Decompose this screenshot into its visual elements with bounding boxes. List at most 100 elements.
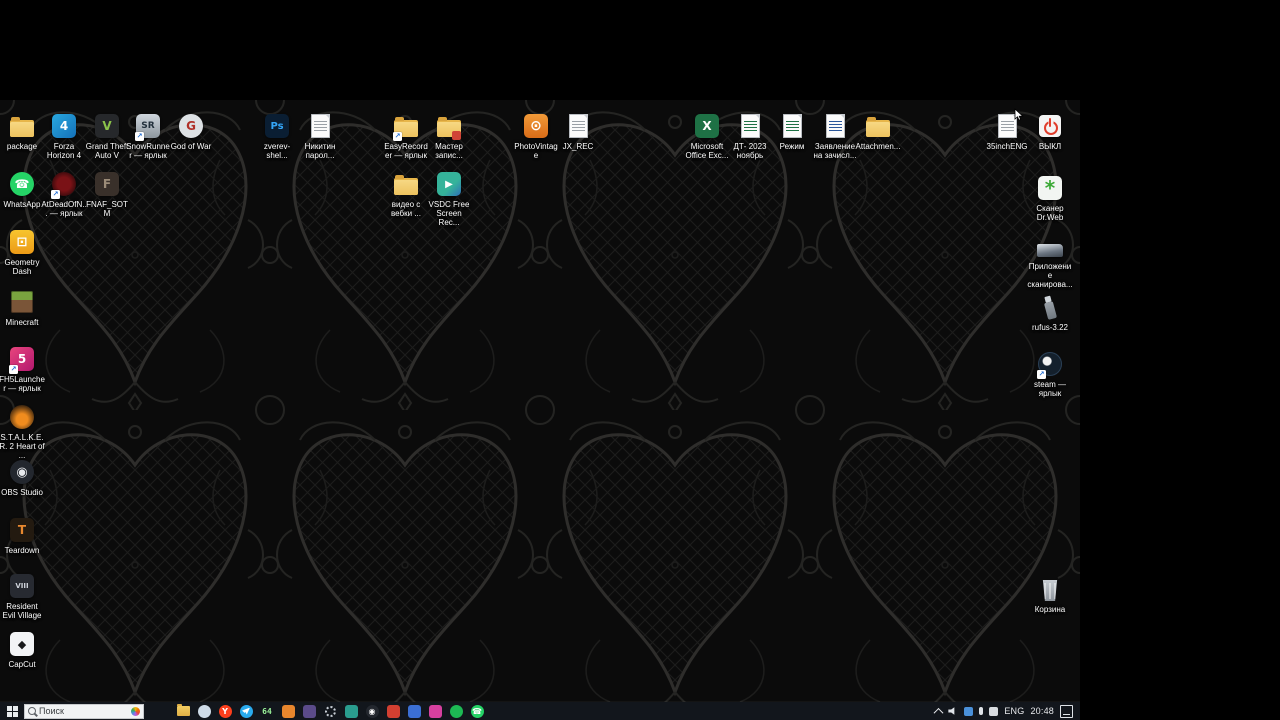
webcam-video-icon xyxy=(392,170,420,198)
desktop-icon-label: WhatsApp xyxy=(3,200,41,209)
desktop-icon-label: Minecraft xyxy=(5,318,39,327)
whatsapp-icon: ☎ xyxy=(470,704,484,718)
desktop-icon-label: zverev-shel... xyxy=(263,142,291,160)
app-orange-icon xyxy=(281,704,295,718)
desktop-icon-attachments[interactable]: Attachmen... xyxy=(855,112,901,151)
desktop-icon-scanner-app[interactable]: Приложение сканирова... xyxy=(1027,232,1073,289)
desktop-screen: package 4 Forza Horizon 4 V Grand Theft Auto… xyxy=(0,100,1080,720)
desktop-icon-recycle-bin[interactable]: Корзина xyxy=(1027,575,1073,614)
desktop-icon-ms-office-excel[interactable]: X Microsoft Office Exc... xyxy=(684,112,730,160)
desktop-icon-master-zapisi[interactable]: Мастер запис... xyxy=(426,112,472,160)
taskbar-app-yandex-browser[interactable]: Y xyxy=(218,704,232,718)
desktop-icon-capcut[interactable]: ◆ CapCut xyxy=(0,630,45,669)
taskbar-app-app-red[interactable] xyxy=(386,704,400,718)
desktop-icon-at-dead-of-night[interactable]: ↗ AtDeadOfN... — ярлык xyxy=(41,170,87,218)
desktop-icon-gta-v[interactable]: V Grand Theft Auto V xyxy=(84,112,130,160)
desktop-icon-label: Режим xyxy=(779,142,805,151)
desktop-icon-label: Корзина xyxy=(1034,605,1066,614)
desktop-icon-god-of-war[interactable]: G God of War xyxy=(168,112,214,151)
desktop-icon-obs-studio[interactable]: ◉ OBS Studio xyxy=(0,458,45,497)
desktop-icon-label: видео с вебки ... xyxy=(391,200,421,218)
mouse-cursor xyxy=(1014,108,1024,121)
desktop-icon-drweb-scanner[interactable]: * Сканер Dr.Web xyxy=(1027,174,1073,222)
desktop-icon-label: Сканер Dr.Web xyxy=(1036,204,1064,222)
desktop-icon-label: Geometry Dash xyxy=(4,258,40,276)
spotify-icon xyxy=(449,704,463,718)
desktop-icon-whatsapp[interactable]: ☎ WhatsApp xyxy=(0,170,45,209)
clock[interactable]: 20:48 xyxy=(1030,706,1054,716)
microphone-icon[interactable] xyxy=(979,707,984,715)
desktop-icon-webcam-video[interactable]: видео с вебки ... xyxy=(383,170,429,218)
taskbar-app-file-explorer[interactable] xyxy=(176,704,190,718)
search-box[interactable]: Поиск xyxy=(24,703,144,719)
tray-app-icon-1[interactable] xyxy=(964,706,974,716)
desktop-icon-vsdc-recorder[interactable]: ▶ VSDC Free Screen Rec... xyxy=(426,170,472,227)
taskbar-app-app-purple[interactable] xyxy=(302,704,316,718)
desktop-icon-zverev-psd[interactable]: Ps zverev-shel... xyxy=(254,112,300,160)
volume-icon[interactable] xyxy=(948,707,955,715)
taskbar-app-app-teal[interactable] xyxy=(344,704,358,718)
taskbar-app-telegram[interactable] xyxy=(239,704,253,718)
desktop-icon-nikitin-passwords[interactable]: Никитин парол... xyxy=(297,112,343,160)
desktop-icon-minecraft[interactable]: Minecraft xyxy=(0,288,45,327)
settings-icon xyxy=(324,705,336,717)
at-dead-of-night-icon: ↗ xyxy=(50,170,78,199)
desktop-icon-label: 35inchENG xyxy=(986,142,1028,151)
desktop-icon-label: S.T.A.L.K.E.R. 2 Heart of ... xyxy=(0,433,45,460)
browser-light-icon xyxy=(197,704,211,718)
minecraft-icon xyxy=(8,288,36,316)
desktop-icon-geometry-dash[interactable]: ⊡ Geometry Dash xyxy=(0,228,45,276)
desktop-icon-rezhim[interactable]: Режим xyxy=(769,112,815,151)
app-red-icon xyxy=(386,704,400,718)
taskbar-app-settings[interactable] xyxy=(323,704,337,718)
desktop-icon-photovintage[interactable]: ⊙ PhotoVintage xyxy=(513,112,559,160)
taskbar-apps: Y 64 ◉ ☎ xyxy=(176,704,484,718)
desktop-icon-snowrunner[interactable]: SR ↗ SnowRunner — ярлык xyxy=(125,112,171,160)
jx-rec-icon xyxy=(564,112,592,140)
desktop-icon-label: Attachmen... xyxy=(855,142,901,151)
action-center-icon[interactable] xyxy=(1060,704,1073,718)
taskbar-app-obs-studio[interactable]: ◉ xyxy=(365,704,379,718)
attachments-icon xyxy=(864,112,892,140)
power-off-icon xyxy=(1036,112,1064,140)
desktop-icon-package[interactable]: package xyxy=(0,112,45,151)
desktop-icon-fh5-launcher[interactable]: 5 ↗ FH5Launcher — ярлык xyxy=(0,345,45,393)
scanner-app-icon xyxy=(1036,232,1064,260)
taskbar-app-app-pink[interactable] xyxy=(428,704,442,718)
language-indicator[interactable]: ENG xyxy=(1004,706,1024,716)
desktop-icon-jx-rec[interactable]: JX_REC xyxy=(555,112,601,151)
desktop-icon-fnaf-sotm[interactable]: F FNAF_SOTM xyxy=(84,170,130,218)
zverev-psd-icon: Ps xyxy=(263,112,291,140)
desktop-icon-label: God of War xyxy=(170,142,212,151)
desktop-icon-stalker-2[interactable]: S.T.A.L.K.E.R. 2 Heart of ... xyxy=(0,403,45,460)
fnaf-sotm-icon: F xyxy=(93,170,121,198)
fps-counter-icon: 64 xyxy=(262,706,272,716)
taskbar-app-app-blue[interactable] xyxy=(407,704,421,718)
taskbar-app-whatsapp[interactable]: ☎ xyxy=(470,704,484,718)
desktop-icon-label: Resident Evil Village xyxy=(2,602,42,620)
desktop-icon-zayavlenie-na-zachislenie[interactable]: Заявление на зачисл... xyxy=(812,112,858,160)
desktop-icon-label: EasyRecorder — ярлык xyxy=(384,142,428,160)
desktop-icon-easyrecorder[interactable]: ↗ EasyRecorder — ярлык xyxy=(383,112,429,160)
desktop-icon-power-off[interactable]: ВЫКЛ xyxy=(1027,112,1073,151)
desktop-icon-label: Мастер запис... xyxy=(435,142,463,160)
telegram-icon xyxy=(239,704,253,718)
desktop-icon-teardown[interactable]: T Teardown xyxy=(0,516,45,555)
rufus-icon xyxy=(1036,293,1064,321)
taskbar-app-browser-light[interactable] xyxy=(197,704,211,718)
tray-chevron-up-icon[interactable] xyxy=(933,707,944,718)
desktop-icon-steam[interactable]: ↗ steam — ярлык xyxy=(1027,350,1073,398)
search-highlights-icon xyxy=(131,706,140,716)
desktop-icon-label: CapCut xyxy=(8,660,36,669)
desktop-icon-forza-horizon-4[interactable]: 4 Forza Horizon 4 xyxy=(41,112,87,160)
taskbar-app-fps-counter[interactable]: 64 xyxy=(260,704,274,718)
capcut-icon: ◆ xyxy=(8,630,36,658)
geometry-dash-icon: ⊡ xyxy=(8,228,36,256)
desktop-icon-dt-2023-november[interactable]: ДТ- 2023 ноябрь xyxy=(727,112,773,160)
start-button[interactable] xyxy=(0,702,24,720)
taskbar-app-spotify[interactable] xyxy=(449,704,463,718)
desktop-icon-rufus[interactable]: rufus-3.22 xyxy=(1027,293,1073,332)
desktop-icon-resident-evil-village[interactable]: VIII Resident Evil Village xyxy=(0,572,45,620)
tray-app-icon-2[interactable] xyxy=(989,706,999,716)
taskbar-app-app-orange[interactable] xyxy=(281,704,295,718)
